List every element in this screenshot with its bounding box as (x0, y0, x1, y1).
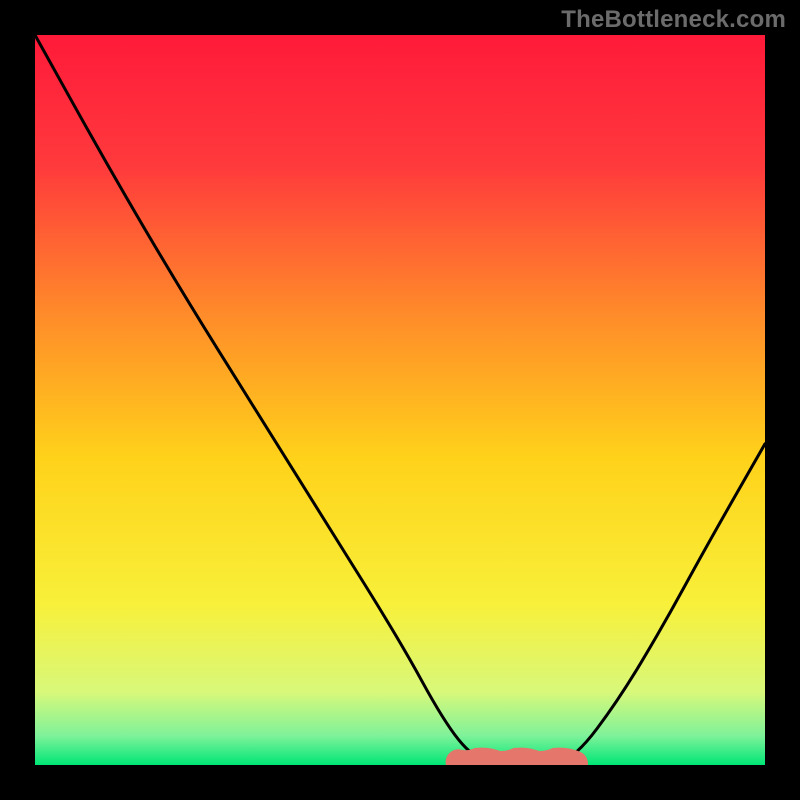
chart-background (35, 35, 765, 765)
watermark-text: TheBottleneck.com (561, 6, 786, 34)
chart-plot-area (35, 35, 765, 765)
chart-svg (35, 35, 765, 765)
chart-frame: TheBottleneck.com (0, 0, 800, 800)
flat-highlight (458, 760, 575, 763)
